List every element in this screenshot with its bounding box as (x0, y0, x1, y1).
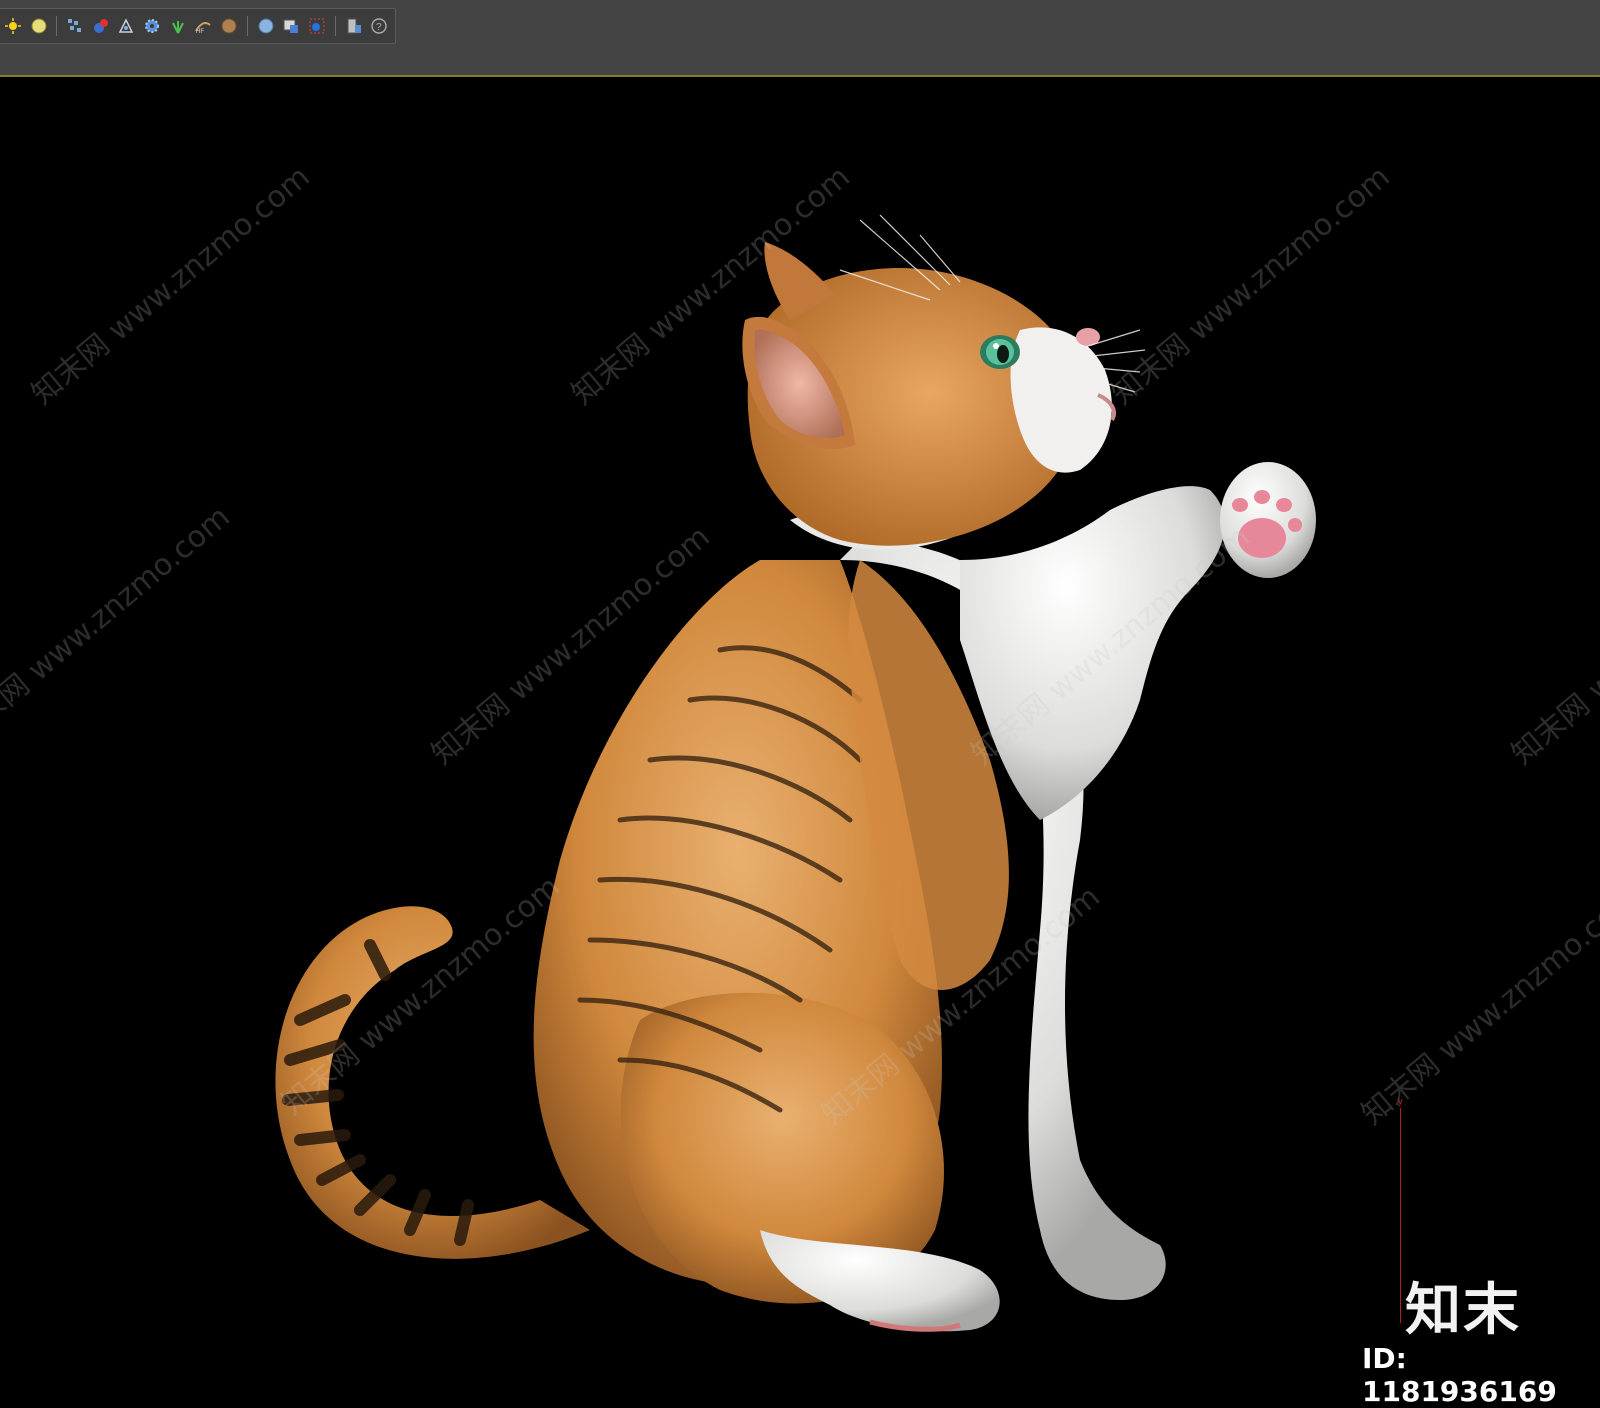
render-frame-icon[interactable] (282, 15, 302, 37)
material-ball-icon[interactable] (219, 15, 239, 37)
camera-target-icon[interactable] (117, 15, 137, 37)
hair-fur-icon[interactable]: HF (194, 15, 214, 37)
image-id-label: ID: 1181936169 (1362, 1342, 1557, 1408)
toolbar-separator (334, 16, 336, 36)
axis-y-line (1400, 1108, 1401, 1323)
render-viewport[interactable]: 知末网 www.znzmo.com 知末网 www.znzmo.com 知末网 … (0, 79, 1600, 1398)
cat-raised-leg (960, 486, 1225, 820)
sun-light-icon[interactable] (3, 15, 23, 37)
cat-render-scene (275, 214, 1316, 1332)
skylight-sphere-icon[interactable] (29, 15, 49, 37)
frame-buffer-icon[interactable] (344, 15, 364, 37)
grass-plant-icon[interactable] (168, 15, 188, 37)
brand-logo: 知末 (1405, 1278, 1521, 1343)
toolbar-separator (246, 16, 248, 36)
particle-grid-icon[interactable] (65, 15, 85, 37)
render-region-icon[interactable] (307, 15, 327, 37)
svg-text:?: ? (376, 22, 382, 33)
render-teapot-icon[interactable] (91, 15, 111, 37)
gear-settings-icon[interactable] (142, 15, 162, 37)
cat-paw-pad-main (1238, 518, 1286, 558)
render-toolbar: HF ? (0, 8, 396, 44)
sphere-preview-icon[interactable] (256, 15, 276, 37)
toolbar-separator (56, 16, 58, 36)
svg-text:HF: HF (196, 29, 204, 35)
top-toolbar-bar: HF ? (0, 0, 1600, 77)
axis-y-label: y (1398, 1096, 1403, 1106)
help-icon[interactable]: ? (369, 15, 389, 37)
